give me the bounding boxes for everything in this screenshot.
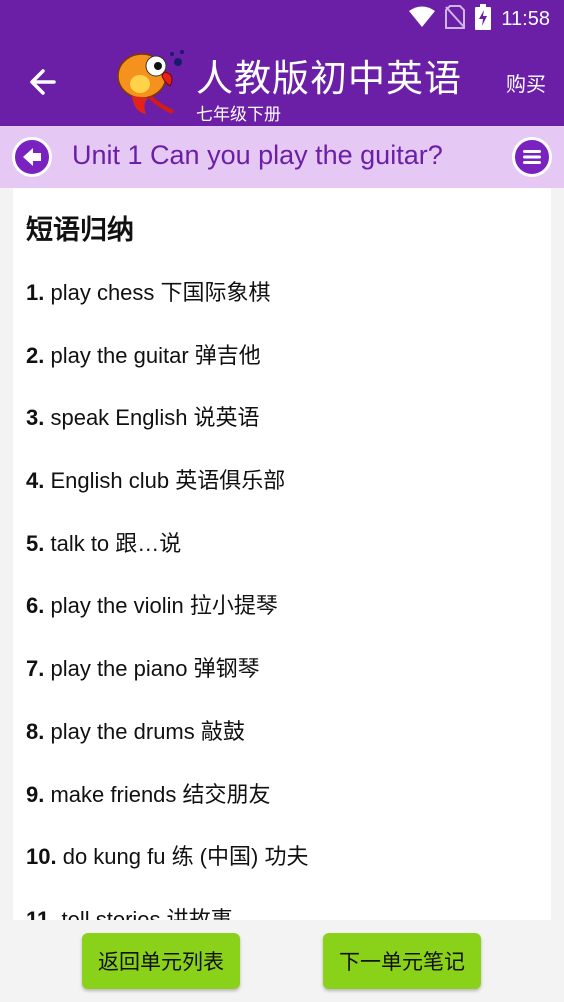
phrase-item: 10. do kung fu 练 (中国) 功夫 — [26, 840, 536, 903]
battery-charging-icon — [475, 4, 492, 34]
phrase-item: 9. make friends 结交朋友 — [26, 778, 536, 841]
status-time: 11:58 — [501, 7, 550, 30]
phrase-item: 8. play the drums 敲鼓 — [26, 715, 536, 778]
app-subtitle: 七年级下册 — [196, 105, 281, 125]
wifi-icon — [409, 6, 436, 32]
phrase-text: play the guitar 弹吉他 — [44, 342, 261, 368]
phrase-item: 4. English club 英语俱乐部 — [26, 464, 536, 527]
phrase-item: 6. play the violin 拉小提琴 — [26, 589, 536, 652]
phrase-number: 6. — [26, 593, 45, 619]
status-icons: 11:58 — [409, 4, 550, 34]
app-title: 人教版初中英语 — [196, 57, 462, 100]
back-arrow-icon[interactable] — [24, 62, 64, 102]
phrase-item: 3. speak English 说英语 — [26, 401, 536, 464]
no-sim-icon — [445, 5, 466, 33]
phrase-list: 1. play chess 下国际象棋 2. play the guitar 弹吉… — [26, 276, 536, 920]
next-unit-notes-button[interactable]: 下一单元笔记 — [323, 933, 481, 989]
phrase-number: 11. — [26, 906, 56, 920]
phrase-text: speak English 说英语 — [44, 405, 260, 431]
phrase-item: 5. talk to 跟…说 — [26, 527, 536, 590]
menu-button[interactable] — [512, 137, 552, 177]
phrase-item: 2. play the guitar 弹吉他 — [26, 339, 536, 402]
phrase-item: 7. play the piano 弹钢琴 — [26, 652, 536, 715]
unit-title: Unit 1 Can you play the guitar? — [72, 140, 443, 170]
phrase-number: 7. — [26, 656, 45, 682]
buy-button[interactable]: 购买 — [506, 68, 546, 97]
phrase-number: 10. — [26, 844, 57, 870]
phrase-text: tell stories 讲故事 — [55, 906, 233, 920]
menu-icon — [523, 150, 541, 164]
phrase-text: make friends 结交朋友 — [44, 781, 271, 807]
phrase-number: 2. — [26, 342, 45, 368]
phrase-number: 1. — [26, 280, 45, 305]
phrase-number: 3. — [26, 405, 45, 431]
phrase-text: play the piano 弹钢琴 — [44, 656, 260, 682]
phrase-text: play the drums 敲鼓 — [44, 718, 245, 744]
phrase-text: English club 英语俱乐部 — [44, 468, 286, 494]
section-heading: 短语归纳 — [26, 215, 134, 246]
parrot-mascot-logo — [112, 44, 188, 120]
status-bar: 11:58 — [0, 0, 564, 38]
phrase-number: 5. — [26, 530, 45, 556]
previous-unit-button[interactable] — [12, 137, 52, 177]
phrase-item: 1. play chess 下国际象棋 — [26, 276, 536, 339]
phrase-item: 11. tell stories 讲故事 — [26, 903, 536, 920]
phrase-text: do kung fu 练 (中国) 功夫 — [56, 844, 309, 870]
phrase-text: play chess 下国际象棋 — [44, 280, 271, 305]
arrow-left-icon — [23, 148, 41, 166]
app-bar: 人教版初中英语 七年级下册 购买 — [0, 38, 564, 126]
back-to-unit-list-button[interactable]: 返回单元列表 — [82, 933, 240, 989]
unit-nav-bar: Unit 1 Can you play the guitar? — [0, 126, 564, 188]
phrase-number: 8. — [26, 718, 45, 744]
phrase-number: 4. — [26, 468, 45, 494]
phrase-number: 9. — [26, 781, 45, 807]
notes-card[interactable]: 短语归纳 1. play chess 下国际象棋 2. play the guit… — [13, 188, 551, 920]
phrase-text: talk to 跟…说 — [44, 530, 182, 556]
phrase-text: play the violin 拉小提琴 — [44, 593, 278, 619]
